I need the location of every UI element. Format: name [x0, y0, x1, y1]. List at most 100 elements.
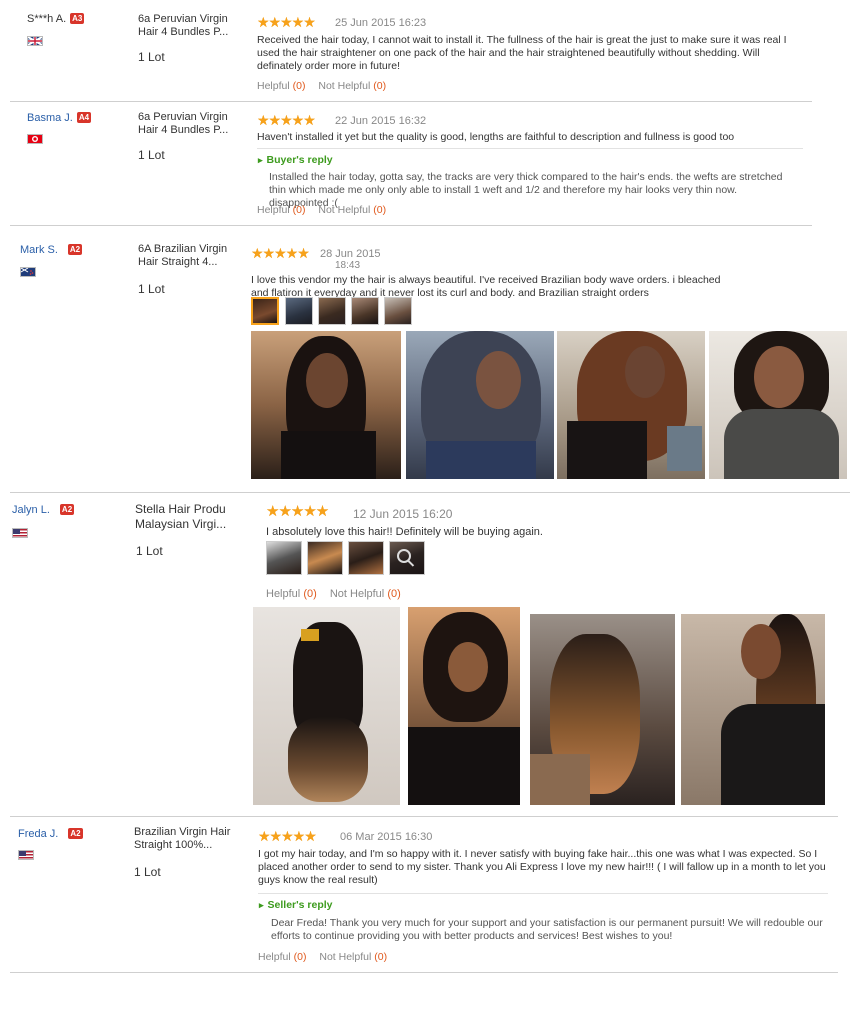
us-flag-icon [18, 850, 34, 860]
helpful-row: Helpful (0) Not Helpful (0) [257, 204, 396, 216]
helpful-label[interactable]: Helpful [258, 951, 291, 963]
review-date: 22 Jun 2015 16:32 [335, 115, 427, 127]
photo-thumbnail[interactable] [251, 297, 279, 325]
level-badge: A2 [68, 828, 83, 839]
photo-thumbnail[interactable] [348, 541, 384, 575]
helpful-button[interactable]: Helpful (0) [258, 951, 306, 963]
review-date: 25 Jun 2015 16:23 [335, 17, 427, 29]
level-badge: A4 [76, 112, 92, 123]
buyer-reply-title: ▸ Buyer's reply [258, 154, 333, 166]
not-helpful-label[interactable]: Not Helpful [318, 204, 370, 216]
review-photo[interactable] [681, 614, 825, 805]
divider [10, 101, 812, 102]
review-date: 06 Mar 2015 16:30 [340, 831, 433, 843]
quantity: 1 Lot [138, 148, 165, 162]
reviewer-name-text[interactable]: Freda J. [18, 828, 58, 840]
not-helpful-count: (0) [387, 588, 401, 600]
reviewer-name[interactable]: Jalyn L. A2 [12, 504, 75, 516]
level-badge: A2 [67, 244, 83, 255]
review-text: I absolutely love this hair!! Definitely… [266, 526, 543, 538]
reviewer-name[interactable]: Freda J. A2 [18, 828, 83, 840]
helpful-row: Helpful (0) Not Helpful (0) [258, 951, 397, 963]
reply-divider [257, 148, 803, 149]
divider [10, 225, 812, 226]
photo-thumbnail[interactable] [351, 297, 379, 325]
reviewer-name-text[interactable]: Mark S. [20, 244, 58, 256]
star-rating-icon: ★★★★★ [258, 828, 317, 844]
helpful-label[interactable]: Helpful [257, 80, 290, 92]
magnifier-icon [397, 549, 411, 563]
reviewer-name[interactable]: Mark S. A2 [20, 244, 83, 256]
level-badge: A2 [59, 504, 75, 515]
review-date: 28 Jun 2015 [320, 248, 381, 260]
review-photo[interactable] [251, 331, 401, 479]
photo-thumbnail[interactable] [384, 297, 412, 325]
not-helpful-button[interactable]: Not Helpful (0) [330, 588, 401, 600]
review-date: 12 Jun 2015 16:20 [353, 507, 453, 521]
photo-thumbnail[interactable] [266, 541, 302, 575]
reply-text: Dear Freda! Thank you very much for your… [271, 917, 823, 942]
reviewer-name[interactable]: S***h A. A3 [27, 13, 85, 25]
divider [10, 972, 838, 973]
product-name[interactable]: 6a Peruvian Virgin Hair 4 Bundles P... [138, 13, 248, 39]
helpful-row: Helpful (0) Not Helpful (0) [257, 80, 396, 92]
review-text: Haven't installed it yet but the quality… [257, 131, 735, 143]
not-helpful-button[interactable]: Not Helpful (0) [319, 951, 387, 963]
helpful-count: (0) [303, 588, 317, 600]
not-helpful-count: (0) [374, 951, 388, 963]
review-photo[interactable] [530, 614, 675, 805]
zoom-thumbnail[interactable] [389, 541, 425, 575]
product-name[interactable]: Brazilian Virgin Hair Straight 100%... [134, 826, 234, 852]
quantity: 1 Lot [134, 865, 161, 879]
helpful-button[interactable]: Helpful (0) [266, 588, 317, 600]
helpful-label[interactable]: Helpful [257, 204, 290, 216]
helpful-button[interactable]: Helpful (0) [257, 80, 305, 92]
nz-flag-icon [20, 267, 36, 277]
not-helpful-label[interactable]: Not Helpful [318, 80, 370, 92]
uk-flag-icon [27, 36, 43, 46]
review-photo[interactable] [406, 331, 554, 479]
product-name[interactable]: 6a Peruvian Virgin Hair 4 Bundles P... [138, 111, 248, 137]
photo-thumbnail[interactable] [285, 297, 313, 325]
helpful-button[interactable]: Helpful (0) [257, 204, 305, 216]
not-helpful-count: (0) [373, 80, 387, 92]
helpful-label[interactable]: Helpful [266, 588, 300, 600]
photo-thumbnail[interactable] [307, 541, 343, 575]
star-rating-icon: ★★★★★ [257, 112, 316, 128]
us-flag-icon [12, 528, 28, 538]
review-photo[interactable] [408, 607, 520, 805]
not-helpful-label[interactable]: Not Helpful [330, 588, 384, 600]
divider [10, 492, 850, 493]
product-name[interactable]: 6A Brazilian Virgin Hair Straight 4... [138, 243, 238, 269]
reply-arrow-icon: ▸ [259, 900, 264, 910]
reply-arrow-icon: ▸ [258, 155, 263, 165]
product-name[interactable]: Stella Hair Produ Malaysian Virgi... [135, 502, 245, 532]
level-badge: A3 [70, 13, 85, 24]
review-photo[interactable] [253, 607, 400, 805]
star-rating-icon: ★★★★★ [266, 503, 329, 520]
review-photo[interactable] [557, 331, 705, 479]
not-helpful-button[interactable]: Not Helpful (0) [318, 204, 386, 216]
quantity: 1 Lot [136, 544, 163, 558]
helpful-count: (0) [292, 80, 306, 92]
reviewer-name-text[interactable]: Basma J. [27, 112, 73, 124]
helpful-row: Helpful (0) Not Helpful (0) [266, 588, 411, 600]
review-photo[interactable] [709, 331, 847, 479]
not-helpful-button[interactable]: Not Helpful (0) [318, 80, 386, 92]
not-helpful-label[interactable]: Not Helpful [319, 951, 371, 963]
quantity: 1 Lot [138, 50, 165, 64]
quantity: 1 Lot [138, 282, 165, 296]
star-rating-icon: ★★★★★ [257, 14, 316, 30]
review-text: I got my hair today, and I'm so happy wi… [258, 848, 826, 886]
star-rating-icon: ★★★★★ [251, 245, 310, 261]
review-text: Received the hair today, I cannot wait t… [257, 34, 787, 72]
photo-thumbnail[interactable] [318, 297, 346, 325]
reviewer-name[interactable]: Basma J. A4 [27, 112, 92, 124]
helpful-count: (0) [292, 204, 306, 216]
reviewer-name-text[interactable]: S***h A. [27, 13, 66, 25]
reviewer-name-text[interactable]: Jalyn L. [12, 504, 50, 516]
not-helpful-count: (0) [373, 204, 387, 216]
review-time: 18:43 [335, 260, 361, 271]
reply-divider [258, 893, 828, 894]
helpful-count: (0) [293, 951, 307, 963]
